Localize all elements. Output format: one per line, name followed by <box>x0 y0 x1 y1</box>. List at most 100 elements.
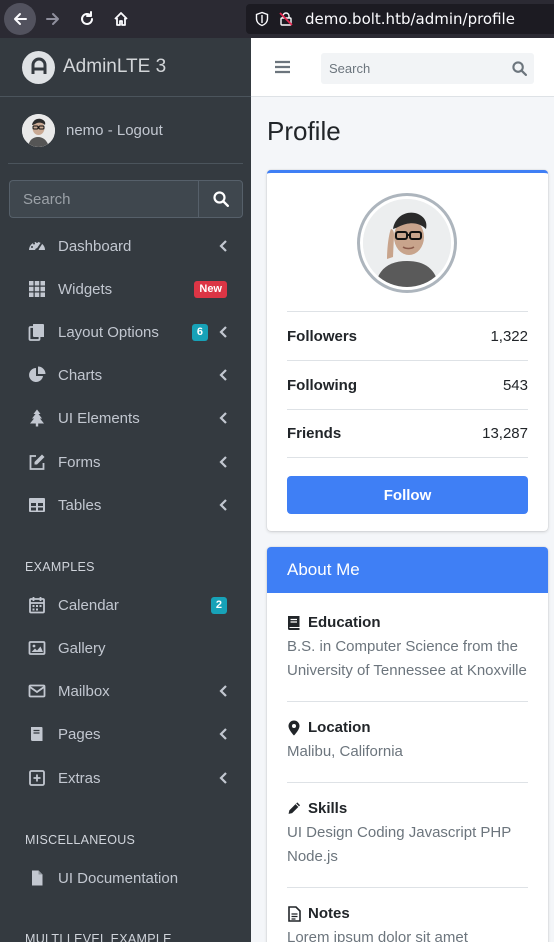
sidebar-item-label: Dashboard <box>58 237 132 255</box>
menu-header-multi-level: MULTI LEVEL EXAMPLE <box>25 932 172 942</box>
sidebar-item-extras[interactable]: Extras <box>8 758 243 798</box>
count-badge: 6 <box>191 323 208 341</box>
menu-header-examples: EXAMPLES <box>25 560 95 574</box>
home-button[interactable] <box>104 2 138 36</box>
new-badge: New <box>194 280 227 298</box>
pencil-icon <box>287 801 301 817</box>
divider <box>287 887 528 888</box>
navbar-search-input[interactable]: Search <box>329 61 504 76</box>
count-badge: 2 <box>210 596 227 614</box>
reload-icon <box>81 11 93 25</box>
chevron-left-icon <box>219 728 227 740</box>
forward-button[interactable] <box>36 2 70 36</box>
sidebar-item-ui-documentation[interactable]: UI Documentation <box>8 858 243 898</box>
plus-square-icon <box>28 769 46 787</box>
sidebar-item-label: Gallery <box>58 639 106 657</box>
about-location: Location Malibu, California <box>287 719 528 764</box>
back-button[interactable] <box>4 3 36 35</box>
chevron-left-icon <box>219 326 227 338</box>
sidebar-item-label: Forms <box>58 453 101 471</box>
sidebar-item-layout-options[interactable]: Layout Options 6 <box>8 312 243 352</box>
menu-header-miscellaneous: MISCELLANEOUS <box>25 833 136 847</box>
sidebar: AdminLTE 3 nemo - Logout Search Dashboar… <box>0 38 251 942</box>
chevron-left-icon <box>219 369 227 381</box>
sidebar-item-forms[interactable]: Forms <box>8 442 243 482</box>
chevron-left-icon <box>219 499 227 511</box>
divider <box>287 782 528 783</box>
about-section-title: Skills <box>308 800 348 817</box>
user-panel: nemo - Logout <box>8 97 243 164</box>
about-section-title: Education <box>308 614 381 631</box>
sidebar-item-label: Pages <box>58 725 101 743</box>
following-row: Following 543 <box>287 360 528 409</box>
sidebar-item-label: Widgets <box>58 280 113 298</box>
sidebar-item-ui-elements[interactable]: UI Elements <box>8 398 243 438</box>
about-section-text: Lorem ipsum dolor sit amet <box>287 929 468 942</box>
reload-button[interactable] <box>70 2 104 36</box>
image-icon <box>28 639 46 657</box>
sidebar-item-label: Mailbox <box>58 682 110 700</box>
file-text-icon <box>287 905 301 922</box>
about-section-text: Malibu, California <box>287 743 403 760</box>
url-bar[interactable]: demo.bolt.htb/admin/profile <box>246 4 554 34</box>
arrow-right-icon <box>46 13 59 25</box>
sidebar-item-calendar[interactable]: Calendar 2 <box>8 585 243 625</box>
sidebar-item-tables[interactable]: Tables <box>8 485 243 525</box>
chevron-left-icon <box>219 772 227 784</box>
chevron-left-icon <box>219 412 227 424</box>
profile-avatar <box>357 193 457 293</box>
about-card-title: About Me <box>267 547 548 593</box>
sidebar-item-mailbox[interactable]: Mailbox <box>8 671 243 711</box>
sidebar-item-label: Tables <box>58 496 102 514</box>
sidebar-item-label: Calendar <box>58 596 119 614</box>
about-section-text: UI Design Coding Javascript PHP Node.js <box>287 824 511 865</box>
about-card: About Me Education B.S. in Computer Scie… <box>267 547 548 942</box>
avatar <box>22 113 55 147</box>
chevron-left-icon <box>219 456 227 468</box>
edit-icon <box>28 453 46 471</box>
browser-toolbar: demo.bolt.htb/admin/profile <box>0 0 554 38</box>
brand-text: AdminLTE 3 <box>63 56 167 77</box>
pie-chart-icon <box>28 366 46 384</box>
sidebar-search-button[interactable] <box>198 180 243 218</box>
about-section-text: B.S. in Computer Science from the Univer… <box>287 638 527 679</box>
about-section-title: Location <box>308 719 371 736</box>
page-title: Profile <box>267 116 341 146</box>
table-icon <box>28 496 46 514</box>
sidebar-search: Search <box>9 180 243 218</box>
sidebar-item-label: UI Elements <box>58 409 140 427</box>
stat-value[interactable]: 543 <box>503 377 528 394</box>
insecure-lock-icon <box>279 12 293 26</box>
envelope-icon <box>28 682 46 700</box>
about-education: Education B.S. in Computer Science from … <box>287 614 528 683</box>
sidebar-search-input[interactable]: Search <box>9 180 198 218</box>
sidebar-item-pages[interactable]: Pages <box>8 714 243 754</box>
sidebar-item-label: Layout Options <box>58 323 159 341</box>
stat-label: Followers <box>287 327 358 345</box>
shield-icon <box>255 11 269 27</box>
followers-row: Followers 1,322 <box>287 311 528 360</box>
file-icon <box>28 869 46 887</box>
search-icon <box>212 191 229 207</box>
sidebar-item-widgets[interactable]: Widgets New <box>8 269 243 309</box>
follow-button[interactable]: Follow <box>287 476 528 514</box>
hamburger-menu-icon[interactable] <box>275 60 290 74</box>
stat-value[interactable]: 1,322 <box>490 328 528 345</box>
about-skills: Skills UI Design Coding Javascript PHP N… <box>287 800 528 869</box>
calendar-icon <box>28 596 46 614</box>
book-icon <box>28 725 46 743</box>
arrow-left-icon <box>14 13 27 25</box>
sidebar-item-gallery[interactable]: Gallery <box>8 628 243 668</box>
tree-icon <box>28 409 46 427</box>
search-icon <box>511 61 527 76</box>
stat-value[interactable]: 13,287 <box>482 425 528 442</box>
grid-icon <box>28 280 46 298</box>
user-logout-link[interactable]: nemo - Logout <box>66 122 163 139</box>
home-icon <box>114 12 128 26</box>
sidebar-item-charts[interactable]: Charts <box>8 355 243 395</box>
tachometer-icon <box>28 237 46 255</box>
sidebar-item-dashboard[interactable]: Dashboard <box>8 226 243 266</box>
book-icon <box>287 615 301 631</box>
navbar-search-button[interactable] <box>504 61 534 76</box>
brand-link[interactable]: AdminLTE 3 <box>0 38 251 97</box>
